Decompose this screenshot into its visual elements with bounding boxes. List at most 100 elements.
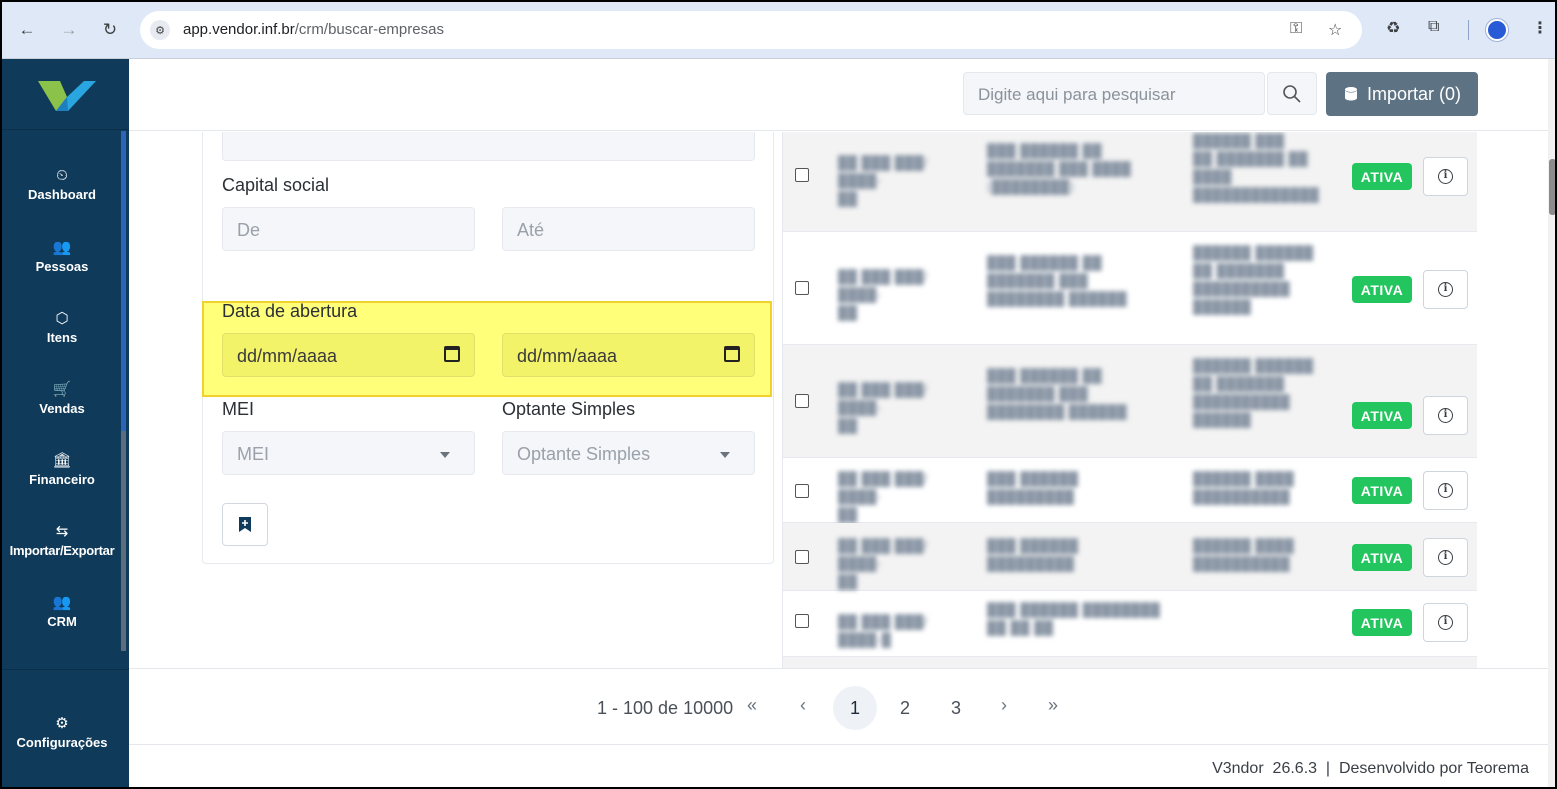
info-icon: i xyxy=(1438,615,1453,630)
page-scroll-thumb[interactable] xyxy=(1549,159,1555,215)
import-button-label: Importar (0) xyxy=(1366,83,1462,104)
page-2-button[interactable]: 2 xyxy=(883,686,927,730)
menu-icon[interactable]: ⋮ xyxy=(1532,18,1548,38)
details-button[interactable]: i xyxy=(1423,538,1468,577)
table-row xyxy=(783,657,1477,668)
status-badge: ATIVA xyxy=(1352,544,1412,571)
table-row[interactable]: ██ ███ ███/████- ██ ███ ██████ █████████ █… xyxy=(783,458,1477,523)
capital-social-label: Capital social xyxy=(222,175,330,195)
sidebar-item-financeiro[interactable]: 🏛 Financeiro xyxy=(2,451,122,487)
info-icon: i xyxy=(1438,408,1453,423)
calendar-icon[interactable] xyxy=(444,346,460,362)
capital-to-input[interactable]: Até xyxy=(502,207,755,251)
key-icon[interactable]: ⚿ xyxy=(1290,20,1302,38)
vendor-logo[interactable] xyxy=(38,77,96,115)
sidebar-divider xyxy=(2,129,129,130)
mei-label: MEI xyxy=(222,399,255,419)
prev-page-button[interactable]: ‹ xyxy=(800,695,806,716)
footer-version-text: V3ndor 26.6.3 | Desenvolvido por Teorema xyxy=(1212,760,1529,777)
site-settings-icon[interactable]: ⚙ xyxy=(150,20,170,40)
redacted-company-name: ███ ██████ ████████ ██ ██ ██ xyxy=(987,602,1161,635)
table-row[interactable]: ██ ███ ███/████- ██ ███ ██████ ██ ███████ … xyxy=(783,132,1477,232)
table-row[interactable]: ██ ███ ███/████-█ ███ ██████ ████████ ██ … xyxy=(783,591,1477,657)
details-button[interactable]: i xyxy=(1423,603,1468,642)
bank-icon: 🏛 xyxy=(52,452,72,469)
calendar-icon[interactable] xyxy=(724,346,740,362)
optante-simples-select[interactable]: Optante Simples xyxy=(502,431,755,475)
sidebar-item-importar-exportar[interactable]: ⇆ Importar/Exportar xyxy=(2,522,125,558)
details-button[interactable]: i xyxy=(1423,396,1468,435)
previous-filter-input[interactable] xyxy=(222,132,755,161)
redacted-cnpj: ██ ███ ███/████- ██ xyxy=(838,155,929,206)
sidebar-item-pessoas[interactable]: 👥 Pessoas xyxy=(2,238,122,274)
reload-icon[interactable]: ↻ xyxy=(98,18,122,42)
mei-select[interactable]: MEI xyxy=(222,431,475,475)
import-button[interactable]: Importar (0) xyxy=(1326,72,1478,116)
details-button[interactable]: i xyxy=(1423,270,1468,309)
cart-icon: 🛒 xyxy=(52,381,72,398)
bookmark-plus-icon xyxy=(239,517,251,532)
table-row[interactable]: ██ ███ ███/████- ██ ███ ██████ ██ ███████ … xyxy=(783,345,1477,458)
redacted-cnpj: ██ ███ ███/████-█ xyxy=(838,614,929,647)
details-button[interactable]: i xyxy=(1423,157,1468,196)
row-checkbox[interactable] xyxy=(795,281,809,295)
date-to-placeholder: dd/mm/aaaa xyxy=(517,346,618,366)
sidebar-item-itens[interactable]: ⬡ Itens xyxy=(2,309,122,345)
sidebar-item-dashboard[interactable]: ⏲ Dashboard xyxy=(2,167,122,202)
extensions-icon[interactable]: ⧉ xyxy=(1428,18,1439,36)
sidebar-item-label: Itens xyxy=(46,330,78,345)
search-icon xyxy=(1283,84,1301,103)
row-checkbox[interactable] xyxy=(795,484,809,498)
save-filter-button[interactable] xyxy=(222,503,268,546)
date-from-input[interactable]: dd/mm/aaaa xyxy=(222,333,475,377)
sidebar-item-vendas[interactable]: 🛒 Vendas xyxy=(2,380,122,416)
sidebar-item-label: Configurações xyxy=(16,735,108,750)
url-text[interactable]: app.vendor.inf.br/crm/buscar-empresas xyxy=(183,21,444,38)
status-badge: ATIVA xyxy=(1352,402,1412,429)
first-page-button[interactable]: « xyxy=(747,695,757,716)
page-1-button[interactable]: 1 xyxy=(833,686,877,730)
redacted-company-name: ███ ██████ █████████ xyxy=(987,538,1079,571)
redacted-cnpj: ██ ███ ███/████- ██ xyxy=(838,269,929,320)
table-row[interactable]: ██ ███ ███/████- ██ ███ ██████ █████████ █… xyxy=(783,523,1477,591)
redacted-cnpj: ██ ███ ███/████- ██ xyxy=(838,538,929,589)
row-checkbox[interactable] xyxy=(795,394,809,408)
sidebar-item-configuracoes[interactable]: ⚙ Configurações xyxy=(2,714,122,750)
status-badge: ATIVA xyxy=(1352,477,1412,504)
people-icon: 👥 xyxy=(52,239,72,256)
capital-from-input[interactable]: De xyxy=(222,207,475,251)
page-3-button[interactable]: 3 xyxy=(934,686,978,730)
sidebar-item-label: CRM xyxy=(47,614,77,629)
page-scrollbar[interactable] xyxy=(1548,59,1555,787)
date-from-placeholder: dd/mm/aaaa xyxy=(237,346,338,366)
row-checkbox[interactable] xyxy=(795,550,809,564)
sidebar-item-crm[interactable]: 👥 CRM xyxy=(2,593,122,629)
dashboard-icon: ⏲ xyxy=(56,167,68,184)
last-page-button[interactable]: » xyxy=(1048,695,1058,716)
search-button[interactable] xyxy=(1267,72,1317,115)
toolbar-divider xyxy=(1468,20,1469,40)
redacted-trade-name: ██████ ███ ██ ███████ ██ ████ █████████████ xyxy=(1193,133,1320,202)
sidebar-item-label: Dashboard xyxy=(28,187,96,202)
profile-avatar[interactable] xyxy=(1486,19,1508,41)
details-button[interactable]: i xyxy=(1423,471,1468,510)
row-checkbox[interactable] xyxy=(795,168,809,182)
main-content: Capital social De Até Data de abertura d… xyxy=(129,132,1549,668)
swap-icon: ⇆ xyxy=(55,523,69,540)
table-row[interactable]: ██ ███ ███/████- ██ ███ ██████ ██ ███████ … xyxy=(783,232,1477,345)
info-icon: i xyxy=(1438,169,1453,184)
redacted-company-name: ███ ██████ ██ ███████ ███ ████ (████████) xyxy=(987,143,1132,194)
recycle-icon[interactable]: ♻ xyxy=(1386,18,1400,38)
redacted-trade-name: ██████ ████ ██████████ xyxy=(1193,471,1295,504)
back-icon[interactable]: ← xyxy=(15,18,39,42)
info-icon: i xyxy=(1438,550,1453,565)
star-icon[interactable]: ☆ xyxy=(1328,20,1342,40)
date-to-input[interactable]: dd/mm/aaaa xyxy=(502,333,755,377)
search-input[interactable]: Digite aqui para pesquisar xyxy=(963,72,1265,115)
pagination: 1 - 100 de 10000 « ‹ 1 2 3 › » xyxy=(129,668,1555,744)
row-checkbox[interactable] xyxy=(795,614,809,628)
forward-icon[interactable]: → xyxy=(57,18,81,42)
info-icon: i xyxy=(1438,483,1453,498)
next-page-button[interactable]: › xyxy=(1001,695,1007,716)
address-bar[interactable]: ⚙ app.vendor.inf.br/crm/buscar-empresas … xyxy=(140,11,1362,49)
